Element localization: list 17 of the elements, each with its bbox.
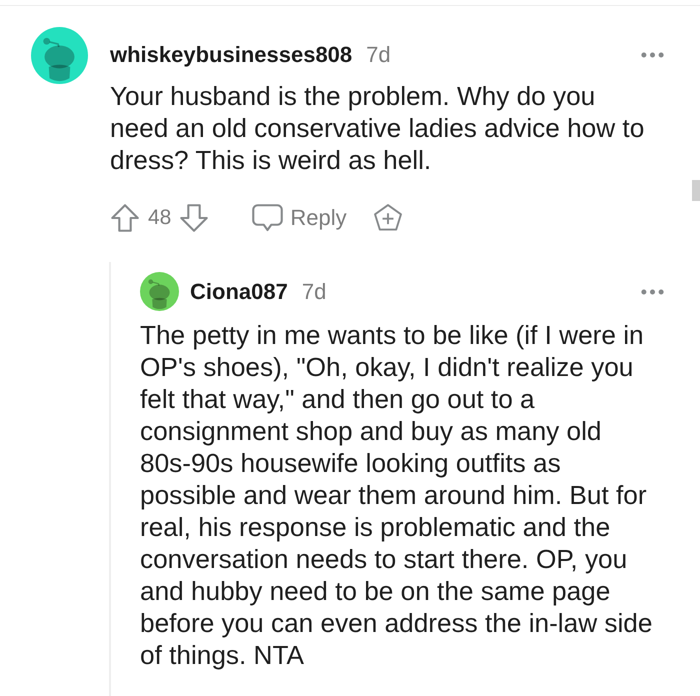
reply-button[interactable]: Reply [251,203,347,233]
username[interactable]: Ciona087 [190,280,288,304]
comment-bubble-icon [251,203,284,233]
vote-count: 48 [148,206,172,230]
award-plus-icon[interactable] [372,203,403,233]
downvote-icon[interactable] [179,203,210,233]
comment-text: The petty in me wants to be like (if I were in OP's shoes), "Oh, okay, I didn't realize you felt that way," and then go out to a consignment shop and buy as many old 80s-90s housewife looking outfits as possible and wear them around him. But for real, his response is problematic and the conversation needs to start there. OP, you and hubby need to be on the same page before you can even address the in-law side of things. NTA [140,319,654,671]
more-options-icon[interactable] [641,288,664,294]
comment-age: 7d [366,43,391,67]
avatar-icon[interactable] [140,272,179,311]
scrollbar-thumb[interactable] [692,180,700,201]
username[interactable]: whiskeybusinesses808 [110,43,352,67]
comment-age: 7d [302,280,326,304]
avatar-icon[interactable] [31,27,88,84]
more-options-icon[interactable] [641,52,664,58]
upvote-icon[interactable] [110,203,140,233]
comment-text: Your husband is the problem. Why do you need an old conservative ladies advice how to dress? This is weird as hell. [110,80,646,176]
